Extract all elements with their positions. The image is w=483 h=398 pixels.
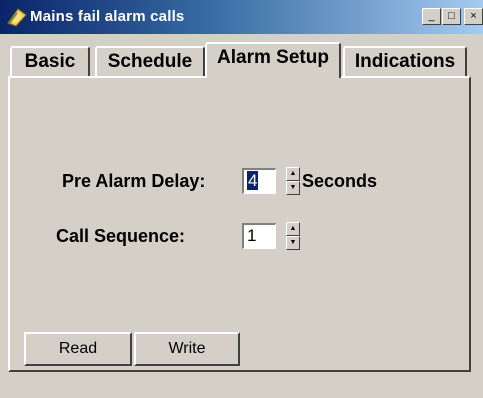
spin-up-arrow-icon[interactable]: ▲: [286, 167, 300, 181]
call-sequence-spinner[interactable]: ▲ ▼: [286, 222, 300, 250]
title-bar[interactable]: Mains fail alarm calls _ □ ×: [0, 0, 483, 34]
read-button[interactable]: Read: [24, 332, 132, 366]
spin-down-arrow-icon[interactable]: ▼: [286, 181, 300, 195]
pre-alarm-delay-input[interactable]: 4: [242, 168, 276, 194]
tab-alarm-setup[interactable]: Alarm Setup: [205, 42, 341, 78]
tab-basic[interactable]: Basic: [10, 46, 90, 76]
window-title: Mains fail alarm calls: [30, 8, 185, 25]
seconds-unit-label: Seconds: [302, 171, 378, 191]
write-button[interactable]: Write: [134, 332, 240, 366]
call-sequence-input[interactable]: 1: [242, 223, 276, 249]
call-sequence-value: 1: [247, 226, 257, 245]
pre-alarm-delay-label: Pre Alarm Delay:: [62, 171, 206, 191]
spin-up-arrow-icon[interactable]: ▲: [286, 222, 300, 236]
pre-alarm-delay-spinner[interactable]: ▲ ▼: [286, 167, 300, 195]
app-icon: [7, 8, 27, 27]
call-sequence-label: Call Sequence:: [56, 226, 186, 246]
tab-schedule[interactable]: Schedule: [95, 46, 205, 76]
close-button[interactable]: ×: [464, 8, 483, 25]
tab-indications[interactable]: Indications: [343, 46, 467, 76]
pre-alarm-delay-value: 4: [247, 171, 259, 190]
minimize-button[interactable]: _: [422, 8, 441, 25]
maximize-button[interactable]: □: [442, 8, 461, 25]
alarm-setup-panel: Pre Alarm Delay: 4 ▲ ▼ Seconds Call Sequ…: [8, 76, 471, 372]
spin-down-arrow-icon[interactable]: ▼: [286, 236, 300, 250]
